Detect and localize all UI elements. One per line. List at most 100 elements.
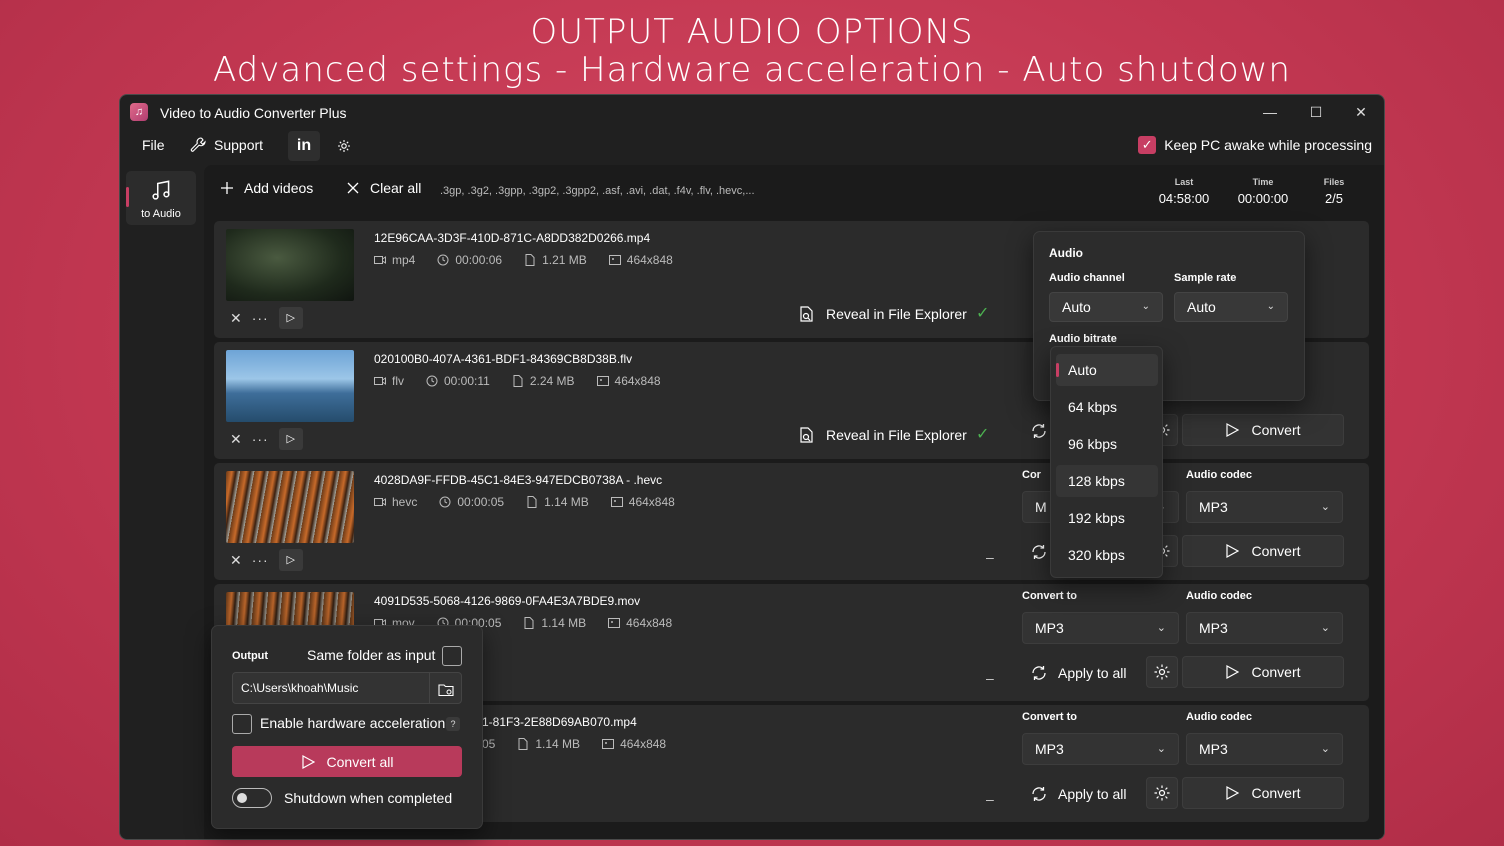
bitrate-option[interactable]: 128 kbps [1056,465,1158,497]
chevron-down-icon: ⌄ [1320,501,1330,513]
more-options-icon[interactable]: ··· [252,552,269,568]
settings-menu[interactable] [336,137,352,153]
nav-to-audio[interactable]: to Audio [126,171,196,225]
close-icon [347,182,359,194]
audio-channel-dropdown[interactable]: Auto ⌄ [1049,292,1163,322]
apply-to-all-button[interactable] [1030,543,1048,561]
advanced-settings-button[interactable] [1146,656,1178,688]
play-button[interactable]: ▷ [278,428,303,450]
shutdown-toggle[interactable] [232,788,272,808]
sample-rate-value: Auto [1187,299,1216,315]
minimize-button[interactable]: — [1258,100,1282,124]
file-meta: flv 00:00:11 2.24 MB 464x848 [374,374,661,388]
audio-codec-dropdown[interactable]: MP3 ⌄ [1186,612,1343,644]
browse-folder-button[interactable] [429,673,461,703]
clock-icon [439,496,451,508]
convert-label: Convert [1251,785,1301,801]
file-name: 4091D535-5068-4126-9869-0FA4E3A7BDE9.mov [374,594,641,608]
sample-rate-dropdown[interactable]: Auto ⌄ [1174,292,1288,322]
stat-files: Files 2/5 [1314,177,1354,206]
keep-awake-option[interactable]: ✓ Keep PC awake while processing [1138,136,1372,154]
bitrate-option[interactable]: 192 kbps [1056,502,1158,534]
file-duration: 00:00:06 [455,253,503,267]
reveal-in-explorer-button[interactable]: Reveal in File Explorer [798,305,967,323]
refresh-icon [1032,545,1046,559]
convert-to-dropdown[interactable]: MP3 ⌄ [1022,733,1179,765]
add-videos-button[interactable]: Add videos [220,180,313,196]
pending-indicator: – [986,791,994,807]
apply-to-all-button[interactable]: Apply to all [1030,664,1126,682]
audio-codec-dropdown[interactable]: MP3 ⌄ [1186,491,1343,523]
bitrate-option[interactable]: 64 kbps [1056,391,1158,423]
bitrate-option[interactable]: Auto [1056,354,1158,386]
video-thumbnail[interactable] [226,350,354,422]
convert-to-dropdown[interactable]: MP3 ⌄ [1022,612,1179,644]
audio-codec-label: Audio codec [1186,469,1253,481]
play-icon [1226,665,1240,679]
bitrate-option-label: 320 kbps [1068,547,1125,563]
audio-channel-label: Audio channel [1049,272,1125,284]
audio-codec-label: Audio codec [1186,711,1253,723]
chevron-down-icon: ⌄ [1266,301,1275,312]
same-folder-checkbox[interactable] [442,646,462,666]
audio-codec-dropdown[interactable]: MP3 ⌄ [1186,733,1343,765]
video-thumbnail[interactable] [226,229,354,301]
app-title: Video to Audio Converter Plus [160,105,347,121]
file-resolution: 464x848 [614,374,661,388]
menu-support[interactable]: Support [190,137,263,153]
done-check-icon: ✓ [976,305,990,322]
reveal-label: Reveal in File Explorer [826,306,967,322]
more-options-icon[interactable]: ··· [252,310,269,326]
remove-file-icon[interactable]: ✕ [230,310,242,327]
convert-button[interactable]: Convert [1182,656,1344,688]
menu-file[interactable]: File [142,137,165,153]
reveal-in-explorer-button[interactable]: Reveal in File Explorer [798,426,967,444]
file-size-icon [527,496,537,508]
clock-icon [426,375,438,387]
more-options-icon[interactable]: ··· [252,431,269,447]
convert-button[interactable]: Convert [1182,777,1344,809]
video-format-icon [374,256,386,264]
bitrate-option-label: 192 kbps [1068,510,1125,526]
shutdown-label: Shutdown when completed [284,790,453,806]
output-path-input[interactable]: C:\Users\khoah\Music [232,672,462,704]
maximize-button[interactable]: ☐ [1304,100,1328,124]
close-window-button[interactable]: ✕ [1349,100,1373,124]
apply-to-all-label: Apply to all [1058,786,1127,802]
convert-all-button[interactable]: Convert all [232,746,462,777]
convert-button[interactable]: Convert [1182,535,1344,567]
clear-all-button[interactable]: Clear all [346,180,421,196]
file-resolution: 464x848 [626,616,673,630]
nav-to-audio-label: to Audio [141,208,181,220]
advanced-settings-button[interactable] [1146,777,1178,809]
reveal-label: Reveal in File Explorer [826,427,967,443]
remove-file-icon[interactable]: ✕ [230,431,242,448]
chevron-down-icon: ⌄ [1156,743,1166,755]
toolbar: Add videos Clear all .3gp, .3g2, .3gpp, … [204,165,1384,217]
apply-to-all-button[interactable] [1030,422,1048,440]
file-format: hevc [392,495,418,509]
apply-to-all-button[interactable]: Apply to all [1030,785,1126,803]
play-button[interactable]: ▷ [278,307,303,329]
file-controls: ✕ ··· ▷ [230,428,303,450]
toggle-knob [237,793,247,803]
pending-indicator: – [986,549,994,565]
linkedin-button[interactable]: in [288,131,320,161]
play-icon [1226,544,1240,558]
audio-bitrate-label: Audio bitrate [1049,333,1117,345]
video-thumbnail[interactable] [226,471,354,543]
convert-all-label: Convert all [326,753,394,770]
bitrate-option-label: 128 kbps [1068,473,1125,489]
selected-indicator [1056,363,1059,377]
help-icon[interactable]: ? [446,717,460,731]
resolution-icon [608,255,621,265]
convert-button[interactable]: Convert [1182,414,1344,446]
remove-file-icon[interactable]: ✕ [230,552,242,569]
keep-awake-checkbox[interactable]: ✓ [1138,136,1157,154]
bitrate-option[interactable]: 320 kbps [1056,539,1158,571]
file-size: 1.14 MB [535,737,581,751]
play-button[interactable]: ▷ [278,549,303,571]
bitrate-option[interactable]: 96 kbps [1056,428,1158,460]
app-logo-icon: ♫ [130,103,148,121]
hardware-acceleration-checkbox[interactable] [232,714,252,734]
